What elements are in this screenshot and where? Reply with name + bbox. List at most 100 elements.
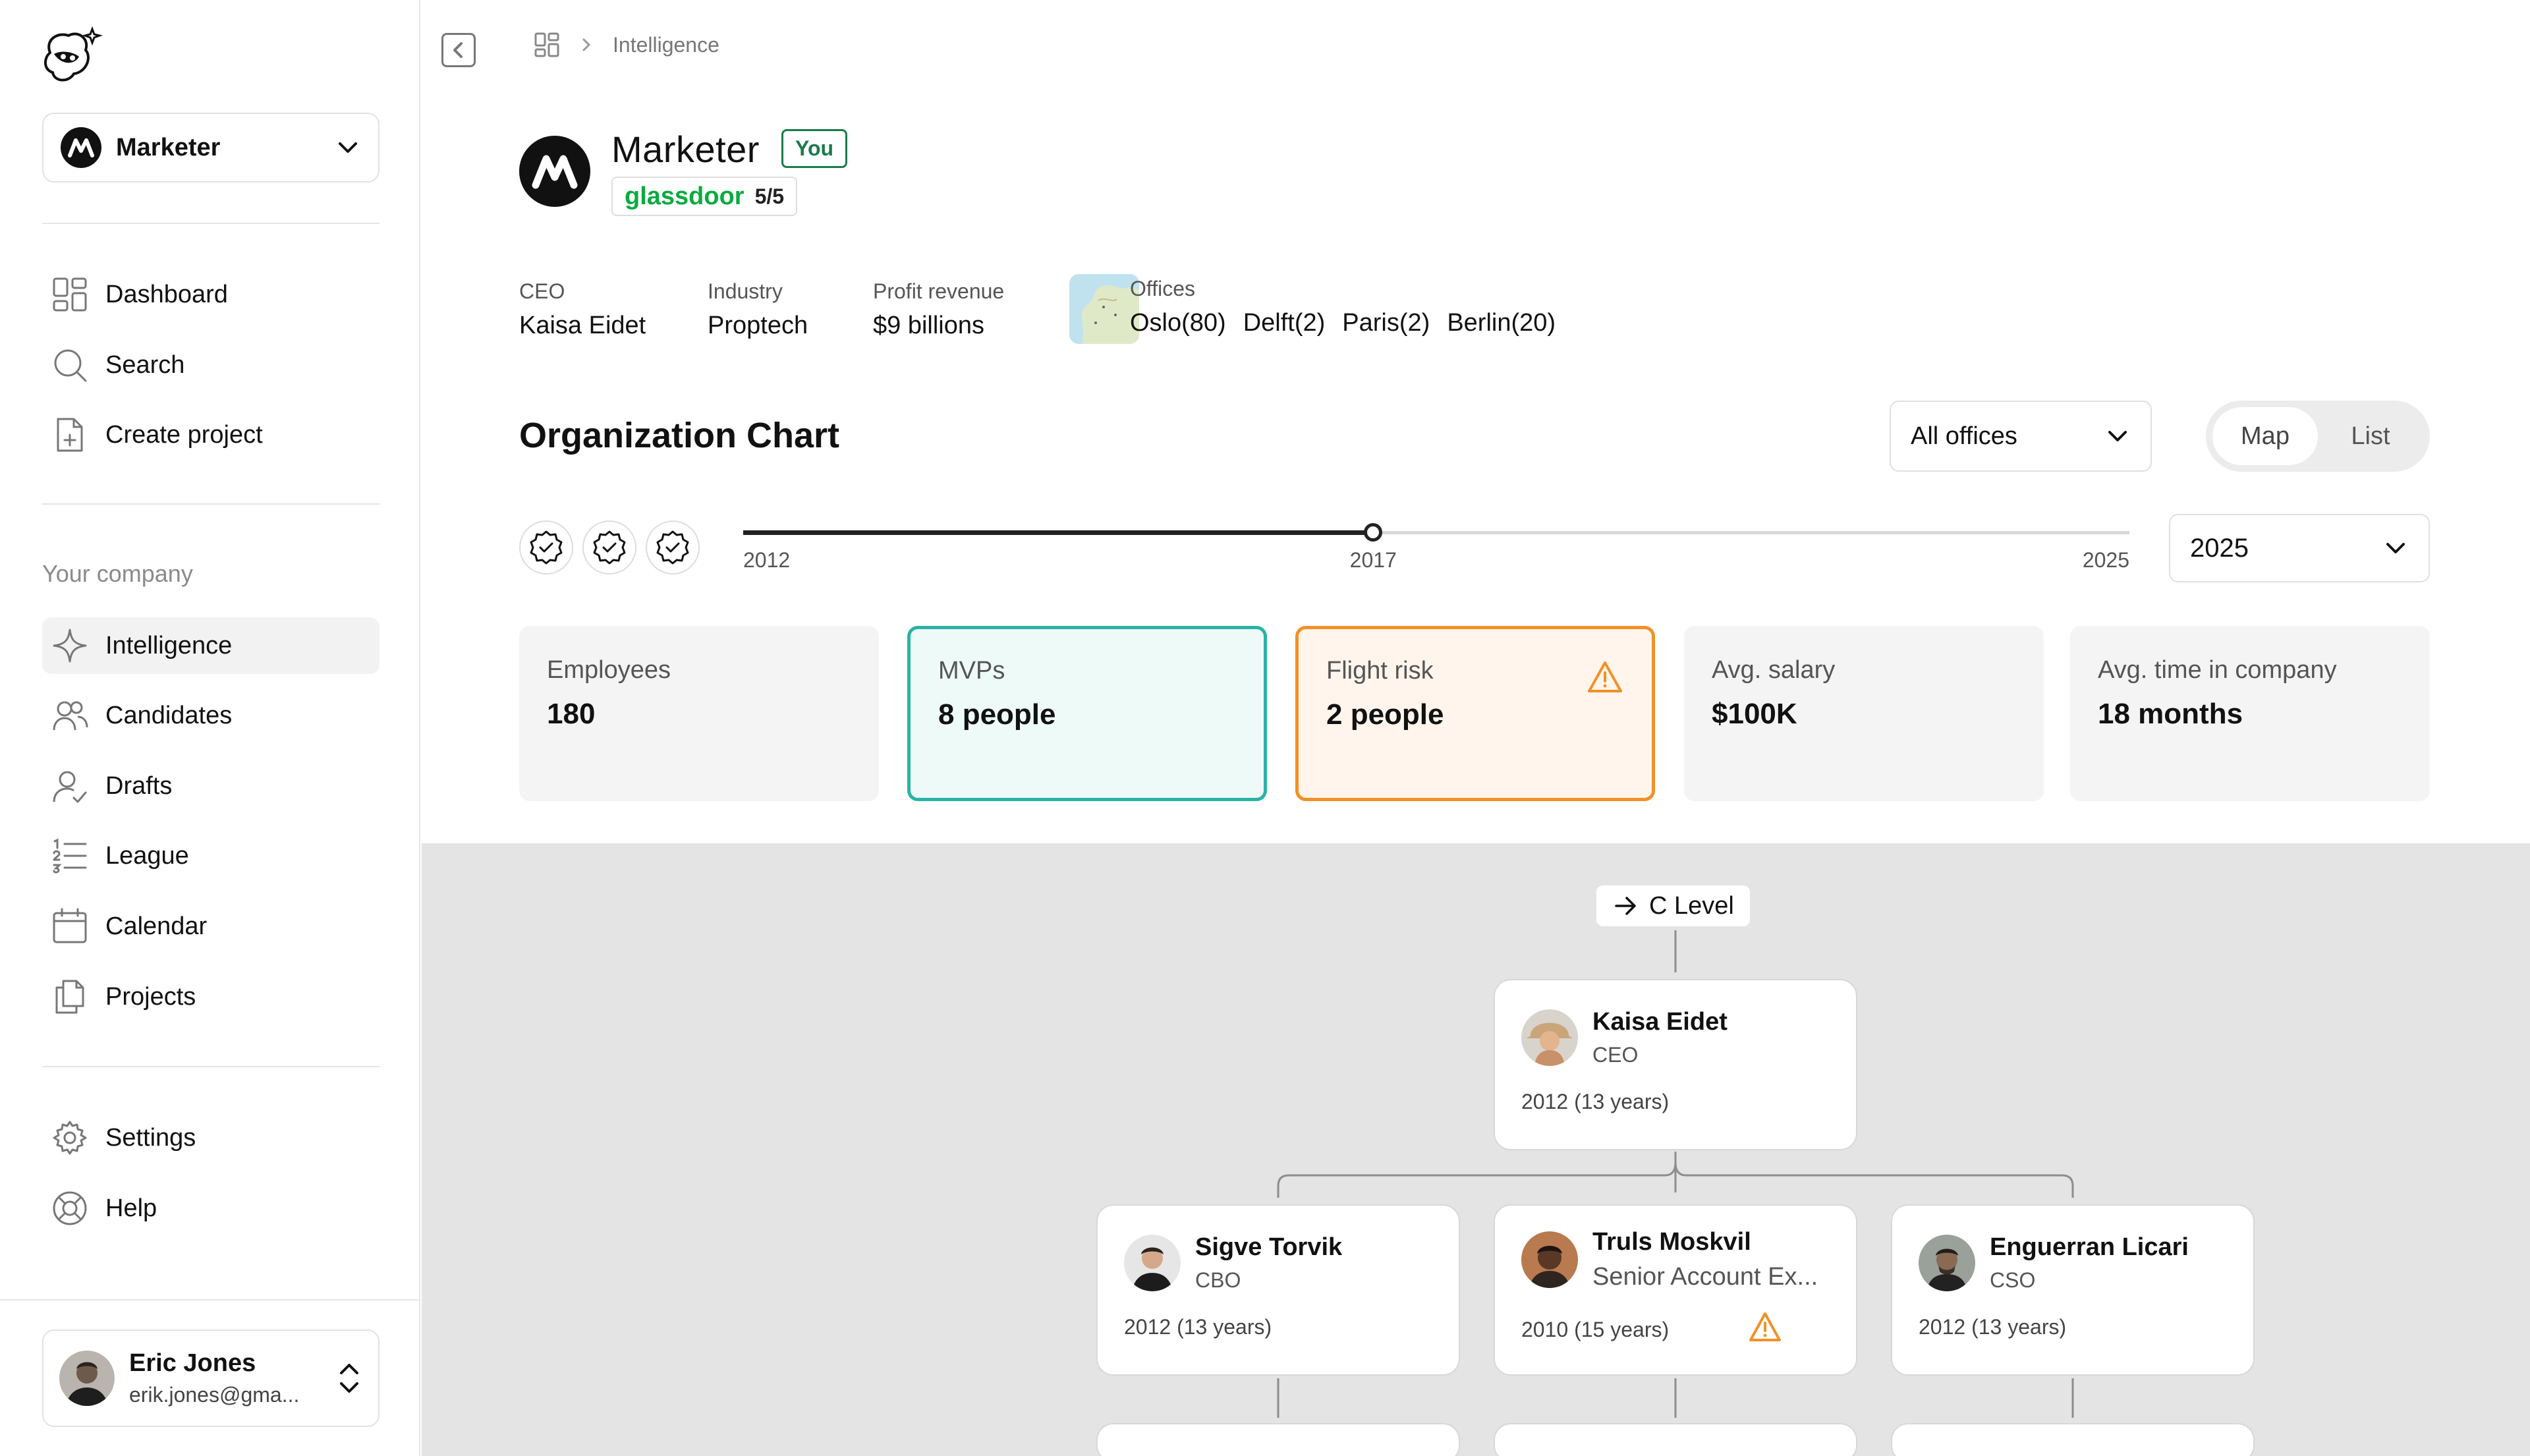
stat-value: 18 months [2098,698,2243,730]
chevron-down-icon [2386,543,2405,553]
sidebar-item-settings[interactable]: Settings [42,1109,380,1166]
stat-avg-time[interactable]: Avg. time in company 18 months [2070,626,2430,801]
year-select[interactable]: 2025 [2169,514,2430,582]
verified-badge-icon[interactable] [582,520,636,574]
timeline-progress [743,530,1374,535]
arrow-right-icon [1615,897,1636,915]
sidebar-item-label: League [105,841,189,870]
office-filter-select[interactable]: All offices [1890,401,2152,472]
office-oslo[interactable]: Oslo(80) [1130,309,1226,337]
collapse-sidebar-button[interactable] [441,33,476,67]
view-map-option[interactable]: Map [2212,407,2318,465]
sidebar-item-projects[interactable]: Projects [42,968,380,1025]
org-node-placeholder[interactable] [1096,1423,1460,1456]
org-node-ceo[interactable]: Kaisa Eidet CEO 2012 (13 years) [1494,979,1857,1150]
workspace-logo-icon [61,127,101,168]
level-tag[interactable]: C Level [1596,885,1750,926]
node-name: Kaisa Eidet [1592,1008,1728,1036]
org-node-placeholder[interactable] [1891,1423,2255,1456]
sparkle-icon [53,629,87,663]
stat-label: Employees [547,656,671,684]
year-value: 2025 [2190,533,2249,563]
org-chart-canvas[interactable]: C Level Kaisa Eidet CEO 2012 (13 years) [422,843,2530,1456]
sidebar-item-league[interactable]: League [42,827,380,884]
sidebar-divider [42,503,380,505]
stat-flight-risk[interactable]: Flight risk 2 people [1295,626,1655,801]
workspace-select[interactable]: Marketer [42,113,380,182]
stat-label: Avg. time in company [2098,656,2337,684]
verified-badge-icon[interactable] [646,520,700,574]
dashboard-icon[interactable] [534,32,560,58]
node-tenure: 2012 (13 years) [1919,1315,2067,1339]
sidebar-item-label: Dashboard [105,280,228,308]
stat-avg-salary[interactable]: Avg. salary $100K [1684,626,2044,801]
sidebar-item-label: Intelligence [105,631,233,659]
calendar-icon [53,908,87,943]
sidebar-item-create-project[interactable]: Create project [42,406,380,463]
sidebar-item-drafts[interactable]: Drafts [42,758,380,814]
stat-value: 2 people [1326,698,1444,731]
users-icon [53,701,88,731]
node-name: Enguerran Licari [1990,1233,2189,1261]
avatar [1124,1235,1181,1291]
app-logo-icon[interactable] [38,26,103,86]
timeline-slider[interactable]: 2012 2017 2025 [743,514,2129,580]
org-node-senior-account-exec[interactable]: Truls Moskvil Senior Account Ex... 2010 … [1494,1204,1857,1376]
sidebar-item-search[interactable]: Search [42,337,380,393]
ceo-value: Kaisa Eidet [519,312,646,339]
you-badge: You [781,129,848,168]
company-logo-icon [519,136,590,207]
timeline-handle[interactable] [1364,523,1383,542]
offices-info: Offices Oslo(80) Delft(2) Paris(2) Berli… [1130,277,1556,337]
glassdoor-score: 5/5 [754,184,785,208]
node-role: CEO [1592,1043,1639,1067]
node-role: CSO [1990,1268,2036,1292]
stat-label: Avg. salary [1712,656,1836,684]
office-paris[interactable]: Paris(2) [1342,309,1430,337]
warning-icon [1588,661,1622,692]
sidebar-item-label: Drafts [105,771,173,800]
org-node-cso[interactable]: Enguerran Licari CSO 2012 (13 years) [1891,1204,2255,1376]
node-tenure: 2012 (13 years) [1124,1315,1272,1339]
office-delft[interactable]: Delft(2) [1243,309,1326,337]
org-node-placeholder[interactable] [1494,1423,1857,1456]
sidebar-item-label: Search [105,350,185,379]
org-node-cbo[interactable]: Sigve Torvik CBO 2012 (13 years) [1096,1204,1460,1376]
node-role: CBO [1195,1268,1241,1292]
node-name: Truls Moskvil [1592,1228,1751,1256]
timeline-start-label: 2012 [743,548,791,572]
user-menu[interactable]: Eric Jones erik.jones@gma... [42,1330,380,1427]
view-list-option[interactable]: List [2318,407,2423,465]
sidebar-item-calendar[interactable]: Calendar [42,898,380,955]
sidebar-divider [42,1066,380,1067]
avatar [59,1351,115,1406]
glassdoor-rating[interactable]: glassdoor 5/5 [611,177,798,216]
offices-map-thumbnail[interactable] [1069,274,1139,344]
stat-employees[interactable]: Employees 180 [519,626,879,801]
verification-badges [519,520,700,574]
sidebar: Marketer Dashboard Search Create project… [0,0,420,1456]
timeline-end-label: 2025 [2082,548,2129,572]
office-berlin[interactable]: Berlin(20) [1447,309,1556,337]
stat-value: $100K [1712,698,1797,730]
sidebar-item-label: Create project [105,420,263,449]
search-icon [54,349,87,382]
stat-mvps[interactable]: MVPs 8 people [907,626,1267,801]
sidebar-item-intelligence[interactable]: Intelligence [42,617,380,674]
gear-icon [53,1121,87,1155]
revenue-info: Profit revenue $9 billions [873,279,1004,340]
sidebar-item-label: Projects [105,982,196,1011]
ceo-info: CEO Kaisa Eidet [519,279,646,340]
sidebar-item-help[interactable]: Help [42,1180,380,1237]
list-ordered-icon [53,838,87,874]
sidebar-divider [42,223,380,224]
stat-label: MVPs [938,657,1005,685]
node-tenure: 2012 (13 years) [1521,1090,1670,1113]
verified-badge-icon[interactable] [519,520,573,574]
sidebar-item-dashboard[interactable]: Dashboard [42,266,380,323]
chevron-up-down-icon [340,1364,358,1393]
company-name: Marketer [611,128,760,170]
sidebar-item-label: Help [105,1194,157,1222]
sidebar-item-candidates[interactable]: Candidates [42,687,380,744]
create-project-icon [57,418,83,452]
